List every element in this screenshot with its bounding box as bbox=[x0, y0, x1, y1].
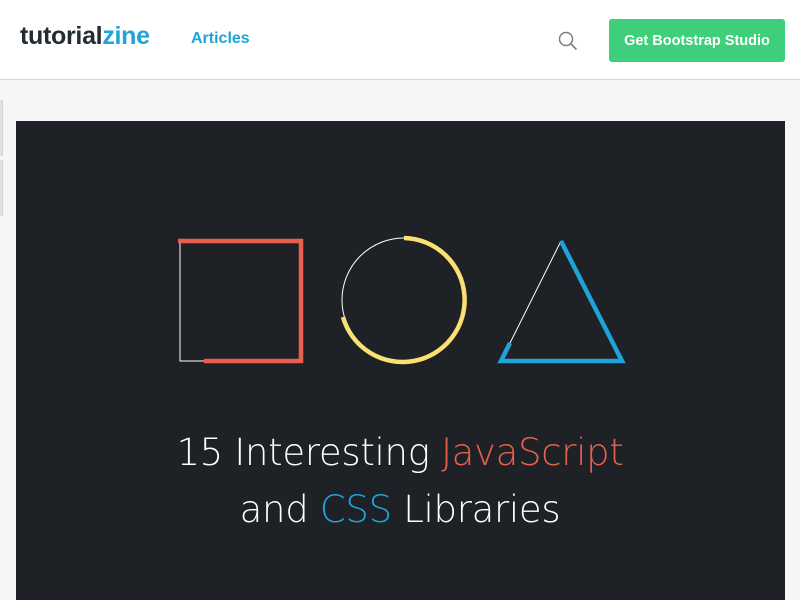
title-highlight-css: CSS bbox=[319, 488, 392, 531]
title-text: Libraries bbox=[391, 488, 561, 531]
search-button[interactable] bbox=[556, 29, 580, 53]
triangle-shape bbox=[497, 239, 626, 364]
side-edge-tab bbox=[0, 100, 3, 156]
top-navbar: tutorialzine Articles Get Bootstrap Stud… bbox=[0, 0, 800, 80]
hero-title-line-2: and CSS Libraries bbox=[0, 481, 800, 538]
hero-article-title[interactable]: 15 Interesting JavaScript and CSS Librar… bbox=[0, 424, 800, 538]
nav-link-articles[interactable]: Articles bbox=[191, 30, 250, 48]
site-logo[interactable]: tutorialzine bbox=[20, 22, 150, 51]
circle-shape bbox=[340, 235, 467, 365]
hero-title-line-1: 15 Interesting JavaScript bbox=[0, 424, 800, 481]
square-shape bbox=[178, 238, 304, 364]
title-text: 15 Interesting bbox=[176, 431, 442, 474]
search-icon bbox=[558, 31, 577, 50]
get-bootstrap-studio-button[interactable]: Get Bootstrap Studio bbox=[609, 19, 785, 62]
title-highlight-javascript: JavaScript bbox=[441, 431, 624, 474]
title-text: and bbox=[239, 488, 320, 531]
logo-text-zine: zine bbox=[102, 22, 150, 50]
logo-text-tutorial: tutorial bbox=[20, 22, 103, 50]
side-edge-tab bbox=[0, 160, 3, 216]
